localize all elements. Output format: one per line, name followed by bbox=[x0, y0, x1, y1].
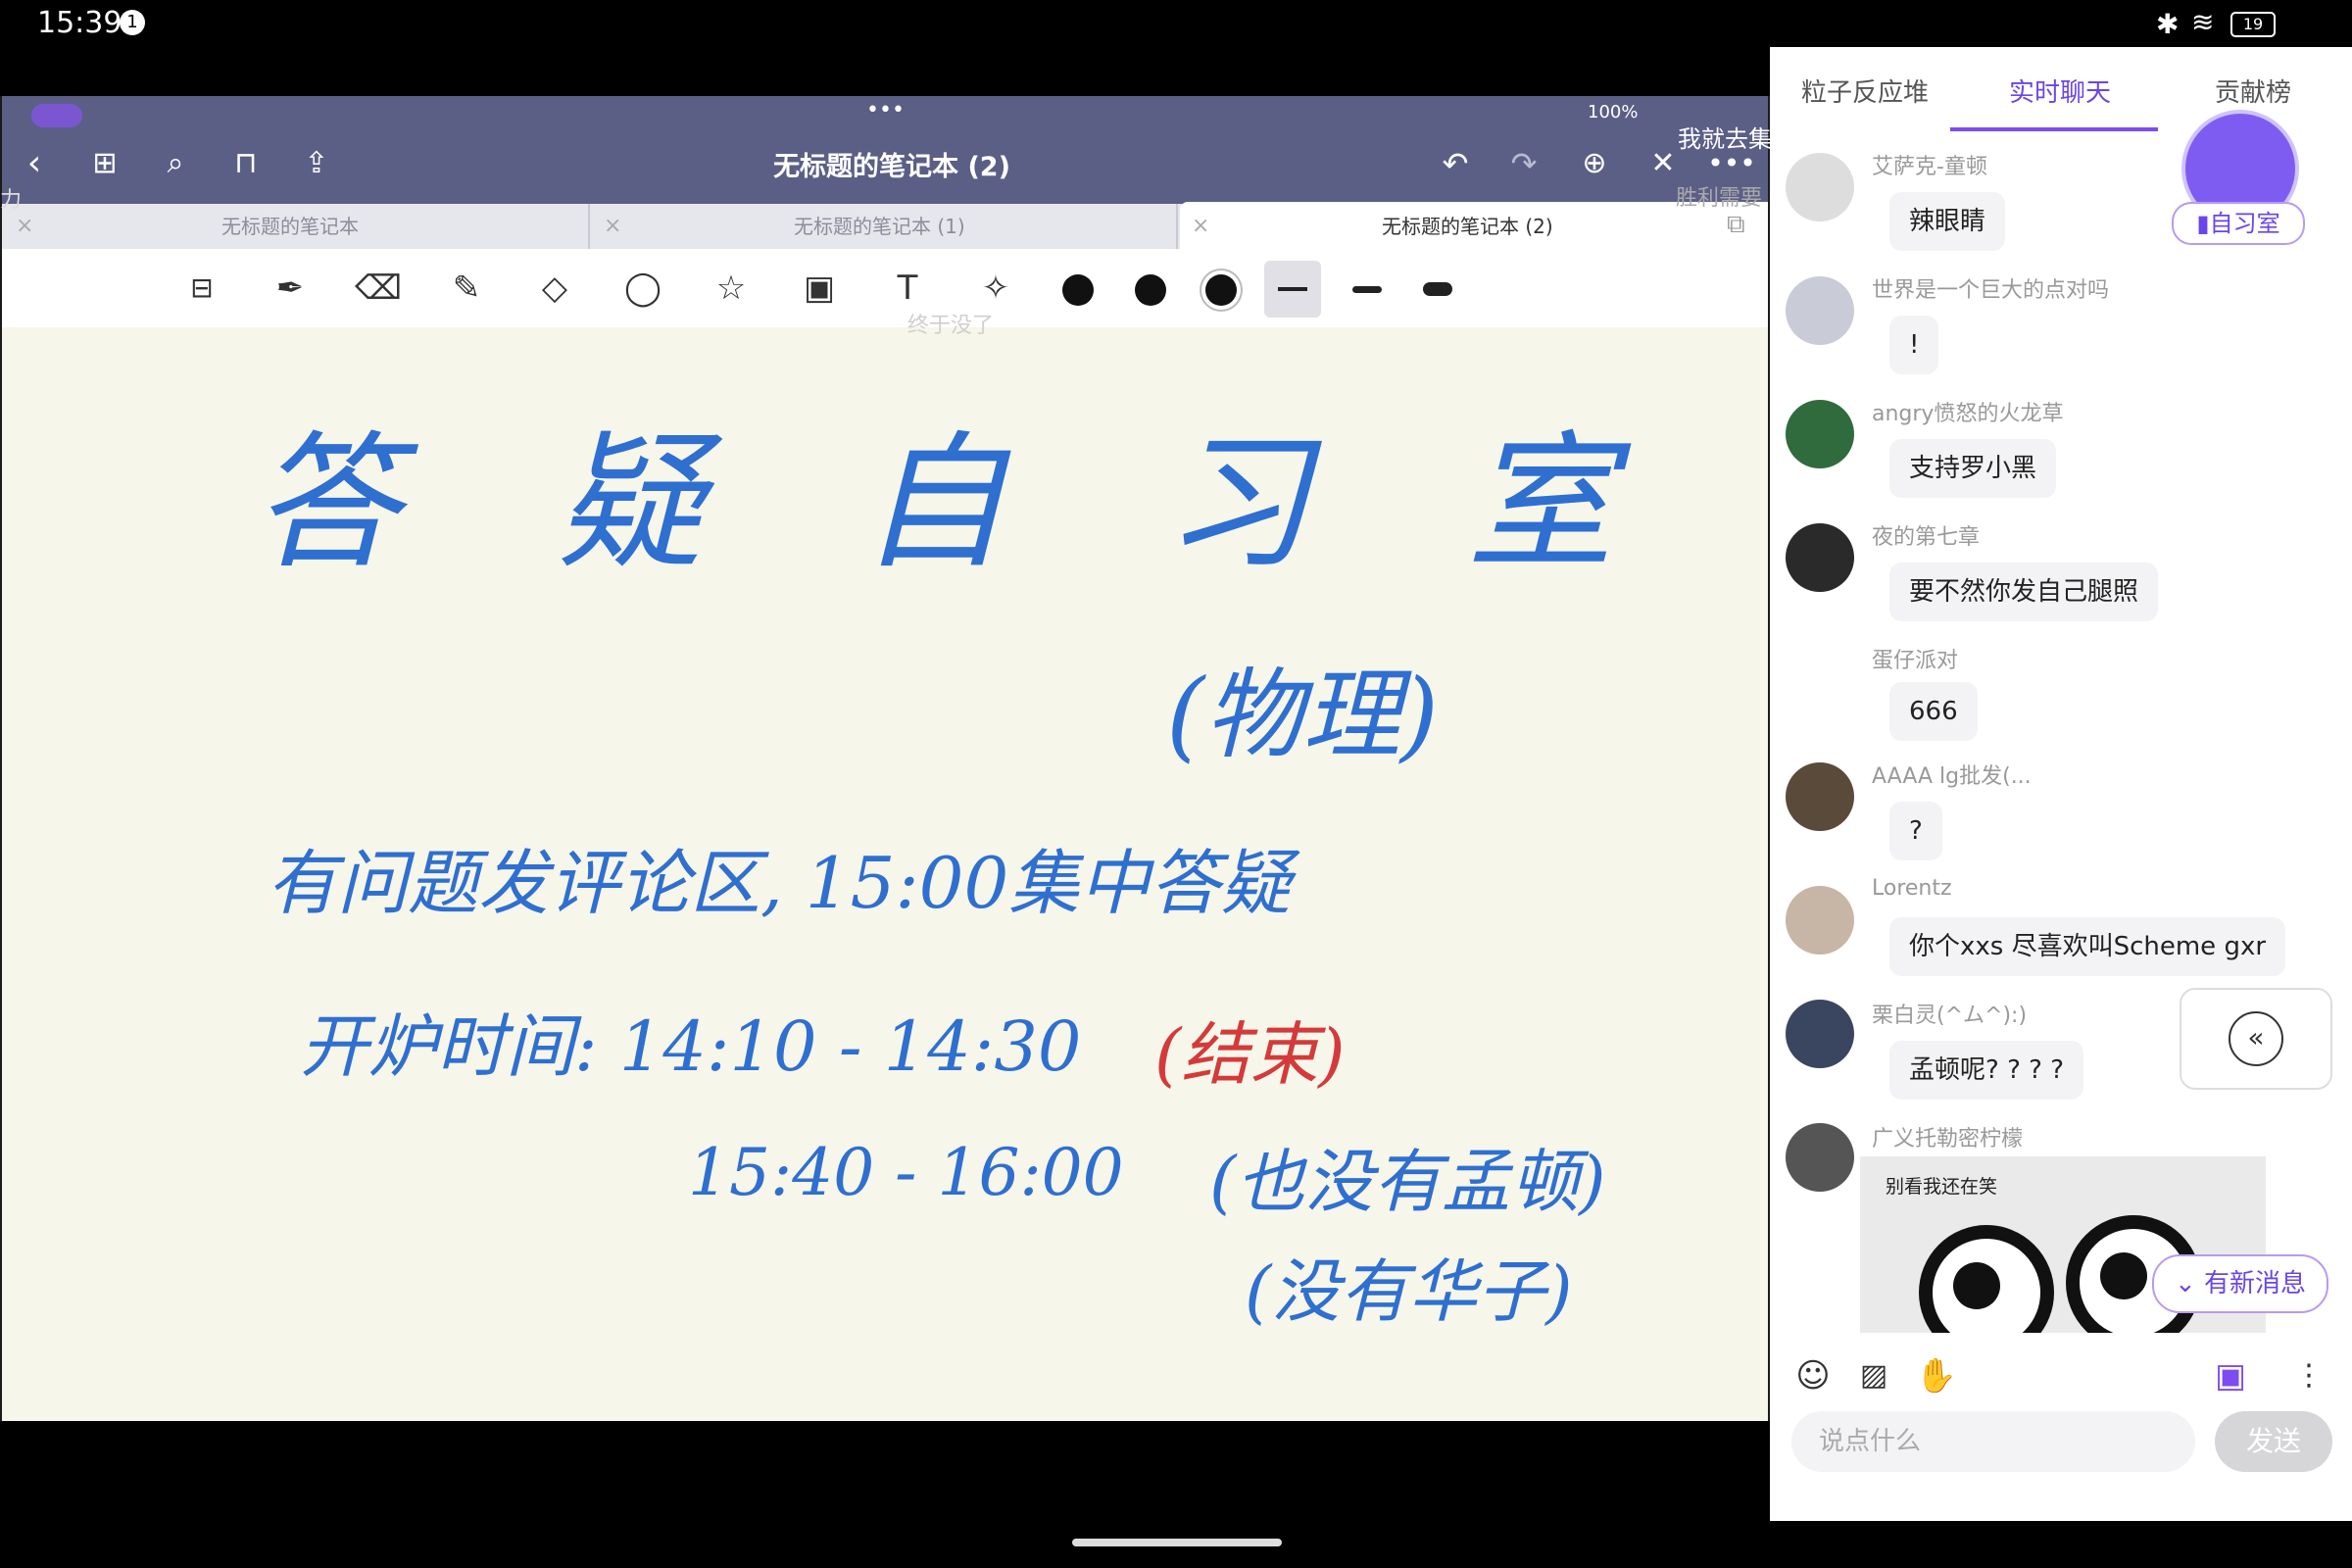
danmaku-text: 我就去集 bbox=[1678, 125, 1772, 153]
chat-message: 666 bbox=[1889, 682, 1978, 741]
sidebar-toggle-icon[interactable]: ⧉ bbox=[1727, 210, 1745, 240]
double-chevron-left-icon: « bbox=[2229, 1011, 2283, 1066]
stroke-medium[interactable] bbox=[1352, 286, 1382, 293]
handwritten-line2-end: (结束) bbox=[1154, 1014, 1346, 1095]
tab-notebook-2[interactable]: 无标题的笔记本 (2) bbox=[1382, 204, 1553, 249]
redo-icon[interactable]: ↷ bbox=[1497, 137, 1550, 190]
chat-username[interactable]: 栗白灵(^ム^):) bbox=[1872, 998, 2027, 1029]
pen-icon[interactable]: ✒ bbox=[263, 261, 318, 316]
lasso-icon[interactable]: ◯ bbox=[615, 261, 670, 316]
avatar[interactable] bbox=[1786, 762, 1854, 831]
chat-message: 孟顿呢? ? ? ? bbox=[1889, 1041, 2083, 1100]
handwritten-line3-note: (也没有孟顿) bbox=[1209, 1142, 1606, 1222]
more-dots-icon[interactable]: ••• bbox=[866, 98, 905, 122]
chat-message: 支持罗小黑 bbox=[1889, 439, 2057, 498]
new-message-button[interactable]: ⌄ 有新消息 bbox=[2152, 1254, 2328, 1313]
color-black-2[interactable] bbox=[1135, 274, 1166, 306]
bookmark-icon[interactable]: ⊓ bbox=[220, 137, 272, 190]
chat-username[interactable]: 广义托勒密柠檬 bbox=[1872, 1121, 2023, 1152]
avatar[interactable] bbox=[1786, 400, 1854, 468]
gesture-bar[interactable] bbox=[1072, 1539, 1282, 1546]
undo-icon[interactable]: ↶ bbox=[1429, 137, 1482, 190]
battery-icon: 19 bbox=[2230, 12, 2276, 37]
chat-message: 要不然你发自己腿照 bbox=[1889, 563, 2159, 621]
tab-underline bbox=[1950, 127, 2158, 131]
collapse-button[interactable]: « bbox=[2180, 988, 2332, 1090]
tab-notebook-1[interactable]: 无标题的笔记本 (1) bbox=[794, 204, 965, 249]
avatar[interactable] bbox=[1786, 523, 1854, 592]
notebook-title[interactable]: 无标题的笔记本 (2) bbox=[686, 145, 1098, 183]
search-icon[interactable]: ⌕ bbox=[149, 137, 202, 190]
color-black-selected[interactable] bbox=[1205, 274, 1237, 306]
chat-username[interactable]: 世界是一个巨大的点对吗 bbox=[1872, 272, 2109, 304]
highlighter-icon[interactable]: ✎ bbox=[439, 261, 494, 316]
bluetooth-icon: ✱ bbox=[2156, 8, 2180, 40]
share-icon[interactable]: ⇪ bbox=[290, 137, 343, 190]
chat-username[interactable]: 蛋仔派对 bbox=[1872, 643, 1958, 674]
page-layout-icon[interactable]: ⊟ bbox=[174, 261, 229, 316]
image-upload-icon[interactable]: ▨ bbox=[1852, 1354, 1895, 1397]
handwritten-line4-note: (没有华子) bbox=[1245, 1251, 1573, 1332]
chat-username[interactable]: Lorentz bbox=[1872, 876, 1952, 901]
handwritten-line1: 有问题发评论区, 15:00集中答疑 bbox=[267, 842, 1292, 924]
gift-icon[interactable]: ▣ bbox=[2209, 1354, 2252, 1397]
chat-message: 你个xxs 尽喜欢叫Scheme gxr bbox=[1889, 917, 2286, 976]
handwritten-title: 答 疑 自 习 室 bbox=[253, 418, 1669, 589]
danmaku-text: 胜利需要 bbox=[1676, 186, 1763, 211]
tab-particle-reactor[interactable]: 粒子反应堆 bbox=[1801, 71, 1929, 116]
meme-caption: 别看我还在笑 bbox=[1886, 1176, 1998, 1198]
image-icon[interactable]: ▣ bbox=[792, 261, 847, 316]
sticker-icon[interactable]: ☆ bbox=[704, 261, 759, 316]
shapes-icon[interactable]: ◇ bbox=[527, 261, 582, 316]
handwritten-subtitle: (物理) bbox=[1166, 658, 1440, 772]
chat-username[interactable]: AAAA lg批发(... bbox=[1872, 759, 2032, 790]
wifi-icon: ≋ bbox=[2191, 6, 2215, 38]
avatar[interactable] bbox=[1786, 1123, 1854, 1192]
raise-hand-icon[interactable]: ✋ bbox=[1915, 1354, 1958, 1397]
handwritten-line2: 开炉时间: 14:10 - 14:30 bbox=[300, 1006, 1082, 1087]
color-black-1[interactable] bbox=[1062, 274, 1094, 306]
chat-username[interactable]: 艾萨克-童顿 bbox=[1872, 149, 1987, 180]
send-button[interactable]: 发送 bbox=[2215, 1411, 2332, 1472]
handwritten-line3: 15:40 - 16:00 bbox=[688, 1135, 1124, 1210]
avatar[interactable] bbox=[1786, 276, 1854, 345]
notification-badge: 1 bbox=[120, 10, 145, 35]
avatar[interactable] bbox=[1786, 1000, 1854, 1068]
avatar[interactable] bbox=[1786, 153, 1854, 221]
more-vertical-icon[interactable]: ⋮ bbox=[2287, 1354, 2330, 1397]
eraser-icon[interactable]: ⌫ bbox=[351, 261, 406, 316]
grid-icon[interactable]: ⊞ bbox=[78, 137, 131, 190]
study-room-label: 自习室 bbox=[2209, 210, 2280, 237]
tab-live-chat[interactable]: 实时聊天 bbox=[2009, 71, 2111, 116]
tab-notebook-0[interactable]: 无标题的笔记本 bbox=[221, 204, 359, 249]
chat-message: 辣眼睛 bbox=[1889, 192, 2006, 251]
emoji-icon[interactable]: ☺ bbox=[1791, 1354, 1835, 1397]
chat-message: ! bbox=[1889, 316, 1939, 374]
tab-close-icon[interactable]: × bbox=[1192, 204, 1209, 249]
tab-close-icon[interactable]: × bbox=[604, 204, 621, 249]
avatar[interactable] bbox=[1786, 886, 1854, 955]
study-room-badge[interactable]: ▮自习室 bbox=[2172, 202, 2305, 245]
ipad-status: 100% bbox=[1588, 102, 1639, 122]
danmaku-text: 力 bbox=[0, 188, 23, 213]
status-time: 15:39 bbox=[37, 6, 122, 40]
add-page-icon[interactable]: ⊕ bbox=[1568, 137, 1621, 190]
tab-contribution-rank[interactable]: 贡献榜 bbox=[2215, 71, 2291, 116]
window-handle[interactable] bbox=[31, 104, 82, 127]
stroke-thick[interactable] bbox=[1423, 282, 1452, 296]
chat-message: ? bbox=[1889, 802, 1942, 860]
danmaku-text: 终于没了 bbox=[907, 314, 995, 338]
new-message-label: 有新消息 bbox=[2204, 1269, 2307, 1298]
chat-username[interactable]: angry愤怒的火龙草 bbox=[1872, 396, 2063, 427]
chat-input[interactable]: 说点什么 bbox=[1791, 1411, 2195, 1472]
chat-username[interactable]: 夜的第七章 bbox=[1872, 519, 1980, 551]
